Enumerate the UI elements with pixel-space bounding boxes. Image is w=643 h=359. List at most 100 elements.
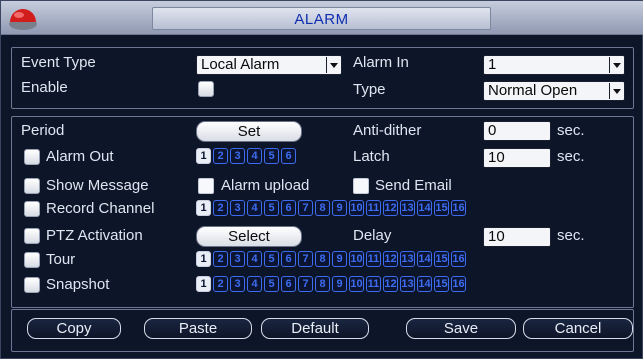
- tour-channel-11[interactable]: 11: [366, 251, 381, 267]
- alarm-out-channel-2[interactable]: 2: [213, 148, 228, 164]
- snapshot-checkbox[interactable]: [24, 277, 40, 293]
- tour-channel-13[interactable]: 13: [400, 251, 415, 267]
- period-set-button[interactable]: Set: [196, 121, 302, 142]
- snapshot-channel-3[interactable]: 3: [230, 276, 245, 292]
- snapshot-channel-15[interactable]: 15: [434, 276, 449, 292]
- snapshot-channel-1[interactable]: 1: [196, 276, 211, 292]
- snapshot-channel-4[interactable]: 4: [247, 276, 262, 292]
- snapshot-channels: 1 2 3 4 5 6 7 8 9 10 11 12 13 14 15 16: [196, 276, 466, 293]
- record-channel-10[interactable]: 10: [349, 200, 364, 216]
- record-channel-16[interactable]: 16: [451, 200, 466, 216]
- record-channel-14[interactable]: 14: [417, 200, 432, 216]
- snapshot-channel-13[interactable]: 13: [400, 276, 415, 292]
- delay-unit: sec.: [557, 227, 585, 244]
- anti-dither-input[interactable]: 0: [483, 121, 551, 141]
- alarm-out-channel-1[interactable]: 1: [196, 148, 211, 164]
- paste-button[interactable]: Paste: [144, 318, 252, 339]
- chevron-down-icon[interactable]: [609, 57, 623, 73]
- type-label: Type: [353, 81, 386, 98]
- show-message-checkbox[interactable]: [24, 178, 40, 194]
- snapshot-channel-5[interactable]: 5: [264, 276, 279, 292]
- alarm-out-channel-4[interactable]: 4: [247, 148, 262, 164]
- tour-channel-2[interactable]: 2: [213, 251, 228, 267]
- tour-channel-3[interactable]: 3: [230, 251, 245, 267]
- event-type-label: Event Type: [21, 54, 96, 71]
- tour-channel-8[interactable]: 8: [315, 251, 330, 267]
- record-channel-15[interactable]: 15: [434, 200, 449, 216]
- record-channel-7[interactable]: 7: [298, 200, 313, 216]
- enable-checkbox[interactable]: [198, 81, 214, 97]
- tour-channel-14[interactable]: 14: [417, 251, 432, 267]
- record-channel-6[interactable]: 6: [281, 200, 296, 216]
- record-channel-1[interactable]: 1: [196, 200, 211, 216]
- alarm-out-label: Alarm Out: [46, 148, 114, 165]
- tour-channels: 1 2 3 4 5 6 7 8 9 10 11 12 13 14 15 16: [196, 251, 466, 268]
- alarm-window: ALARM Event Type Local Alarm Alarm In 1 …: [0, 0, 643, 359]
- alarm-out-channels: 123456: [196, 148, 296, 165]
- tour-channel-6[interactable]: 6: [281, 251, 296, 267]
- ptz-select-button[interactable]: Select: [196, 226, 302, 247]
- record-channels: 1 2 3 4 5 6 7 8 9 10 11 12 13 14 15 16: [196, 200, 466, 217]
- type-select[interactable]: Normal Open: [483, 81, 625, 101]
- record-channel-12[interactable]: 12: [383, 200, 398, 216]
- snapshot-channel-10[interactable]: 10: [349, 276, 364, 292]
- latch-input[interactable]: 10: [483, 148, 551, 168]
- ptz-activation-checkbox[interactable]: [24, 228, 40, 244]
- tour-channel-5[interactable]: 5: [264, 251, 279, 267]
- default-button[interactable]: Default: [261, 318, 369, 339]
- event-type-select[interactable]: Local Alarm: [196, 55, 342, 75]
- tour-label: Tour: [46, 251, 76, 268]
- tour-channel-9[interactable]: 9: [332, 251, 347, 267]
- snapshot-channel-16[interactable]: 16: [451, 276, 466, 292]
- record-channel-checkbox[interactable]: [24, 201, 40, 217]
- period-label: Period: [21, 122, 65, 139]
- record-channel-9[interactable]: 9: [332, 200, 347, 216]
- snapshot-channel-11[interactable]: 11: [366, 276, 381, 292]
- tour-checkbox[interactable]: [24, 252, 40, 268]
- alarm-in-value: 1: [488, 56, 497, 73]
- snapshot-channel-8[interactable]: 8: [315, 276, 330, 292]
- snapshot-channel-2[interactable]: 2: [213, 276, 228, 292]
- snapshot-label: Snapshot: [46, 276, 110, 293]
- chevron-down-icon[interactable]: [609, 83, 623, 99]
- show-message-label: Show Message: [46, 177, 149, 194]
- record-channel-8[interactable]: 8: [315, 200, 330, 216]
- snapshot-channel-14[interactable]: 14: [417, 276, 432, 292]
- tour-channel-7[interactable]: 7: [298, 251, 313, 267]
- anti-dither-label: Anti-dither: [353, 122, 422, 139]
- snapshot-channel-7[interactable]: 7: [298, 276, 313, 292]
- record-channel-5[interactable]: 5: [264, 200, 279, 216]
- alarm-out-channel-6[interactable]: 6: [281, 148, 296, 164]
- alarm-in-select[interactable]: 1: [483, 55, 625, 75]
- tour-channel-15[interactable]: 15: [434, 251, 449, 267]
- send-email-checkbox[interactable]: [353, 178, 369, 194]
- alarm-out-channel-3[interactable]: 3: [230, 148, 245, 164]
- latch-label: Latch: [353, 148, 390, 165]
- send-email-label: Send Email: [375, 177, 452, 194]
- tour-channel-1[interactable]: 1: [196, 251, 211, 267]
- record-channel-11[interactable]: 11: [366, 200, 381, 216]
- record-channel-4[interactable]: 4: [247, 200, 262, 216]
- snapshot-channel-9[interactable]: 9: [332, 276, 347, 292]
- title-panel: ALARM: [152, 7, 491, 30]
- record-channel-13[interactable]: 13: [400, 200, 415, 216]
- alarm-upload-label: Alarm upload: [221, 177, 310, 194]
- alarm-upload-checkbox[interactable]: [198, 178, 214, 194]
- record-channel-2[interactable]: 2: [213, 200, 228, 216]
- record-channel-3[interactable]: 3: [230, 200, 245, 216]
- alarm-in-label: Alarm In: [353, 54, 409, 71]
- snapshot-channel-6[interactable]: 6: [281, 276, 296, 292]
- cancel-button[interactable]: Cancel: [523, 318, 633, 339]
- alarm-out-checkbox[interactable]: [24, 149, 40, 165]
- save-button[interactable]: Save: [406, 318, 516, 339]
- tour-channel-10[interactable]: 10: [349, 251, 364, 267]
- tour-channel-4[interactable]: 4: [247, 251, 262, 267]
- delay-input[interactable]: 10: [483, 227, 551, 247]
- chevron-down-icon[interactable]: [326, 57, 340, 73]
- copy-button[interactable]: Copy: [27, 318, 121, 339]
- enable-label: Enable: [21, 79, 68, 96]
- alarm-out-channel-5[interactable]: 5: [264, 148, 279, 164]
- tour-channel-16[interactable]: 16: [451, 251, 466, 267]
- tour-channel-12[interactable]: 12: [383, 251, 398, 267]
- snapshot-channel-12[interactable]: 12: [383, 276, 398, 292]
